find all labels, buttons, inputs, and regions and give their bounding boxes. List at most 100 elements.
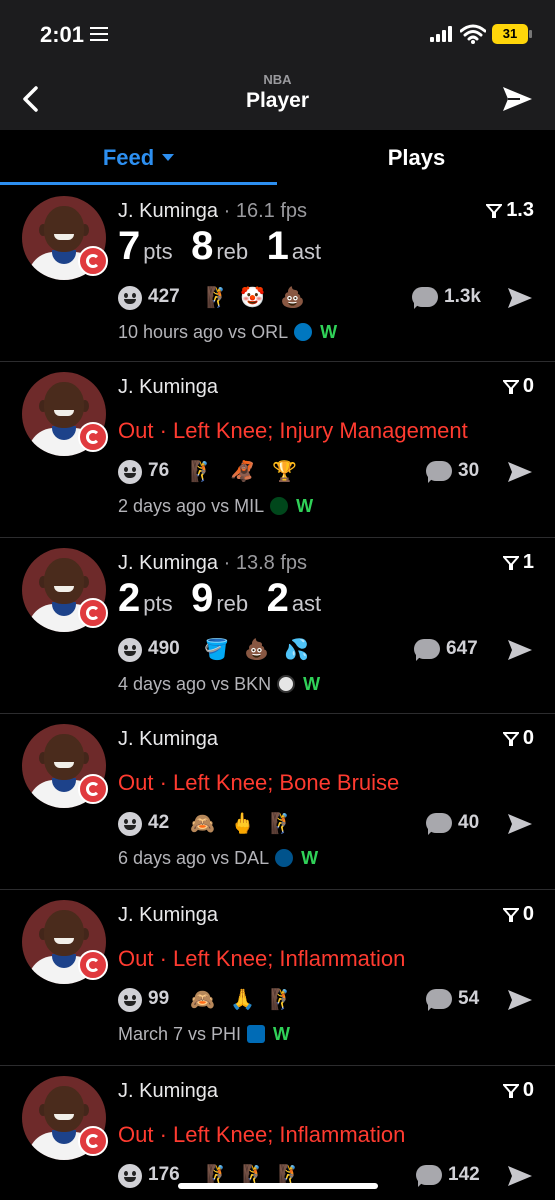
comment-count: 142 <box>448 1164 480 1185</box>
funnel-icon <box>501 379 521 394</box>
feed-card[interactable]: J. Kuminga 0 Out · Left Knee; Bone Bruis… <box>0 714 555 890</box>
reaction-emoji[interactable]: 🙏 <box>230 986 255 1014</box>
funnel-icon <box>501 731 521 746</box>
tab-plays-label: Plays <box>387 145 446 170</box>
share-send-icon[interactable] <box>506 458 534 486</box>
vote-score-value: 1 <box>522 551 534 573</box>
feed-card[interactable]: J. Kuminga 0 Out · Left Knee; Injury Man… <box>0 362 555 538</box>
feed-card[interactable]: J. Kuminga 0 Out · Left Knee; Inflammati… <box>0 890 555 1066</box>
opponent-logo-icon <box>294 323 313 342</box>
vote-score-value: 0 <box>522 375 534 397</box>
tab-plays[interactable]: Plays <box>278 130 555 186</box>
team-logo-icon <box>78 950 108 980</box>
stat-unit: ast <box>291 591 322 616</box>
share-send-icon[interactable] <box>500 82 534 116</box>
funnel-icon <box>501 555 521 570</box>
player-name: J. Kuminga <box>118 552 219 574</box>
game-time: 4 days ago vs BKN <box>118 674 272 694</box>
reaction-emoji[interactable]: 🖕 <box>230 810 255 838</box>
injury-status: Out · Left Knee; Inflammation <box>118 946 406 971</box>
share-send-icon[interactable] <box>506 986 534 1014</box>
injury-status: Out · Left Knee; Inflammation <box>118 1122 406 1147</box>
reaction-emoji[interactable]: 🙈 <box>190 810 215 838</box>
feed-card[interactable]: J. Kuminga · 16.1 fps 1.3 7 pts 8 reb 1 ast… <box>0 186 555 362</box>
smiley-icon[interactable] <box>118 460 142 484</box>
player-name-line: J. Kuminga <box>118 376 218 399</box>
vote-score[interactable]: 0 <box>478 903 534 926</box>
player-name: J. Kuminga <box>118 200 219 222</box>
reaction-emoji[interactable]: 🧗 <box>190 458 215 486</box>
smiley-icon[interactable] <box>118 988 142 1012</box>
stat-value: 7 <box>118 224 141 268</box>
reaction-count: 42 <box>148 812 170 833</box>
opponent-logo-icon <box>270 497 289 516</box>
feed-list[interactable]: J. Kuminga · 16.1 fps 1.3 7 pts 8 reb 1 ast… <box>0 186 555 1200</box>
stat-value: 2 <box>118 576 141 620</box>
reaction-emoji[interactable]: 💩 <box>244 636 269 664</box>
feed-card[interactable]: J. Kuminga 0 Out · Left Knee; Inflammati… <box>0 1066 555 1200</box>
vote-score[interactable]: 0 <box>478 1079 534 1102</box>
player-name-line: J. Kuminga <box>118 728 218 751</box>
share-send-icon[interactable] <box>506 810 534 838</box>
vote-score-value: 0 <box>522 1079 534 1101</box>
vote-score[interactable]: 0 <box>478 375 534 398</box>
vote-score-value: 1.3 <box>506 199 534 221</box>
game-result: W <box>273 1024 291 1044</box>
game-info: 2 days ago vs MIL W <box>118 496 313 517</box>
game-result: W <box>301 848 319 868</box>
smiley-icon[interactable] <box>118 638 142 662</box>
status-time: 2:01 <box>40 22 85 47</box>
share-send-icon[interactable] <box>506 636 534 664</box>
reaction-emoji[interactable]: 🧗 <box>270 986 295 1014</box>
cellular-signal-icon <box>430 26 454 42</box>
tab-feed-label: Feed <box>102 145 155 170</box>
stat-line: 2 pts 9 reb 2 ast <box>118 576 335 621</box>
tab-feed[interactable]: Feed <box>0 130 277 186</box>
stat-value: 2 <box>266 576 289 620</box>
team-logo-icon <box>78 246 108 276</box>
vote-score[interactable]: 0 <box>478 727 534 750</box>
reaction-emoji[interactable]: 🏆 <box>272 458 297 486</box>
game-info: 10 hours ago vs ORL W <box>118 322 337 343</box>
comment-count: 40 <box>458 812 480 833</box>
player-name-line: J. Kuminga · 16.1 fps <box>118 200 307 223</box>
smiley-icon[interactable] <box>118 286 142 310</box>
stat-unit: pts <box>143 239 173 264</box>
reaction-count: 490 <box>148 638 180 659</box>
reaction-emoji[interactable]: 🤡 <box>240 284 265 312</box>
reaction-emoji[interactable]: 🧗 <box>206 284 231 312</box>
stat-line: 7 pts 8 reb 1 ast <box>118 224 335 269</box>
stat-unit: reb <box>216 239 249 264</box>
player-name: J. Kuminga <box>118 376 219 398</box>
game-result: W <box>320 322 338 342</box>
nav-bar: NBA Player <box>0 68 555 130</box>
reaction-count: 427 <box>148 286 180 307</box>
reaction-emoji[interactable]: 🦧 <box>230 458 255 486</box>
injury-status: Out · Left Knee; Bone Bruise <box>118 770 400 795</box>
reaction-emoji[interactable]: 🧗 <box>270 810 295 838</box>
stat-unit: reb <box>216 591 249 616</box>
focus-list-icon <box>90 27 108 45</box>
reaction-emoji[interactable]: 💩 <box>280 284 305 312</box>
team-logo-icon <box>78 774 108 804</box>
share-send-icon[interactable] <box>506 1162 534 1190</box>
feed-card[interactable]: J. Kuminga · 13.8 fps 1 2 pts 9 reb 2 ast 4… <box>0 538 555 714</box>
player-name-line: J. Kuminga · 13.8 fps <box>118 552 307 575</box>
reaction-emoji[interactable]: 💦 <box>284 636 309 664</box>
opponent-logo-icon <box>275 849 294 868</box>
reaction-emoji[interactable]: 🙈 <box>190 986 215 1014</box>
smiley-icon[interactable] <box>118 812 142 836</box>
vote-score[interactable]: 1 <box>478 551 534 574</box>
smiley-icon[interactable] <box>118 1164 142 1188</box>
home-indicator[interactable] <box>178 1183 378 1189</box>
reaction-emoji[interactable]: 🪣 <box>204 636 229 664</box>
team-logo-icon <box>78 598 108 628</box>
comment-count: 1.3k <box>444 286 481 307</box>
share-send-icon[interactable] <box>506 284 534 312</box>
game-info: March 7 vs PHI W <box>118 1024 290 1045</box>
fantasy-points: · 16.1 fps <box>218 200 307 222</box>
caret-down-icon <box>162 153 175 161</box>
comment-count: 30 <box>458 460 480 481</box>
tab-bar: Feed Plays <box>0 130 555 186</box>
vote-score[interactable]: 1.3 <box>478 199 534 222</box>
